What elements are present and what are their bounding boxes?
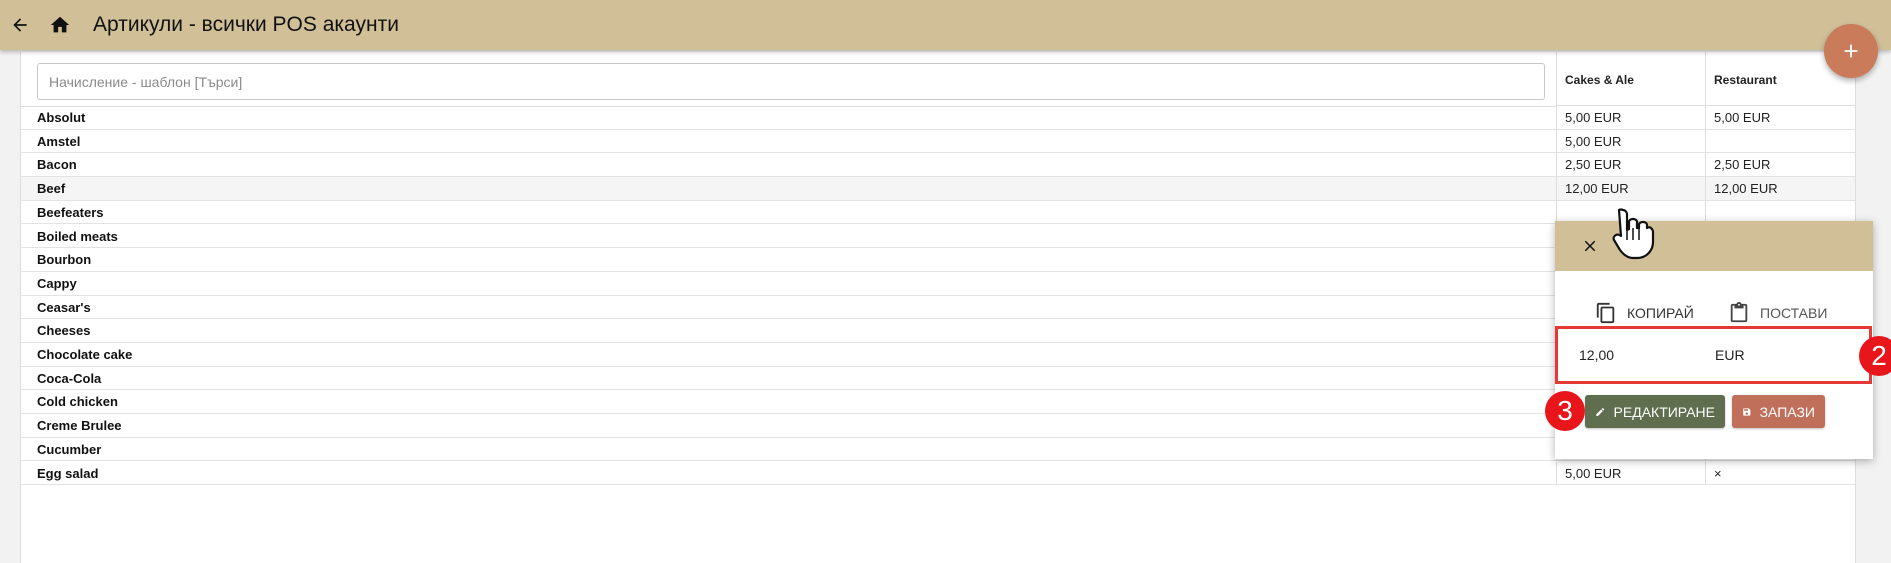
price-cell-cakes-ale[interactable]: 5,00 EUR <box>1556 106 1705 129</box>
article-name: Chocolate cake <box>37 347 133 362</box>
article-name: Beef <box>37 181 66 197</box>
article-name: Creme Brulee <box>37 418 122 434</box>
article-name: Egg salad <box>37 465 99 481</box>
article-name: Coca-Cola <box>37 370 102 386</box>
paste-button[interactable]: ПОСТАВИ <box>1728 299 1827 327</box>
price-cell-restaurant[interactable]: 2,50 EUR <box>1705 153 1855 177</box>
table-row[interactable]: Amstel 5,00 EUR <box>21 129 1855 154</box>
copy-icon <box>1596 302 1615 324</box>
edit-label: РЕДАКТИРАНЕ <box>1613 403 1715 420</box>
article-name: Absolut <box>37 110 86 125</box>
save-button[interactable]: ЗАПАЗИ <box>1732 395 1825 428</box>
article-name: Cold chicken <box>37 394 118 410</box>
article-name: Bacon <box>37 157 77 173</box>
step-marker-3: 3 <box>1545 391 1585 431</box>
table-row[interactable]: Beef 12,00 EUR 12,00 EUR <box>21 177 1855 201</box>
article-name: Bourbon <box>37 252 92 268</box>
price-currency: EUR <box>1715 347 1745 363</box>
hand-cursor-icon <box>1612 208 1655 260</box>
page-title: Артикули - всички POS акаунти <box>93 13 399 36</box>
price-cell-restaurant[interactable]: 5,00 EUR <box>1705 106 1855 129</box>
edit-button[interactable]: РЕДАКТИРАНЕ <box>1585 395 1725 428</box>
price-cell-cakes-ale[interactable]: 2,50 EUR <box>1556 153 1705 177</box>
table-row[interactable]: Absolut 5,00 EUR 5,00 EUR <box>21 106 1855 130</box>
home-icon <box>50 16 70 33</box>
price-cell-restaurant[interactable] <box>1705 129 1855 153</box>
clipboard-icon <box>1730 302 1748 323</box>
price-cell-cakes-ale[interactable]: 5,00 EUR <box>1556 461 1705 485</box>
popup-header <box>1555 221 1873 271</box>
price-value-field[interactable]: 12,00 EUR <box>1555 326 1872 384</box>
add-button[interactable] <box>1824 24 1878 78</box>
article-name: Boiled meats <box>37 228 118 244</box>
home-button[interactable] <box>46 11 74 39</box>
search-cell <box>21 52 1556 107</box>
floppy-disk-icon <box>1743 407 1751 416</box>
step-marker-2: 2 <box>1859 336 1891 376</box>
price-amount: 12,00 <box>1579 347 1615 363</box>
table-row[interactable]: Egg salad 5,00 EUR × <box>21 461 1855 486</box>
paste-label: ПОСТАВИ <box>1760 305 1828 321</box>
save-label: ЗАПАЗИ <box>1759 403 1815 420</box>
table-row[interactable]: Bacon 2,50 EUR 2,50 EUR <box>21 153 1855 178</box>
arrow-left-icon <box>13 18 27 32</box>
price-cell-cakes-ale[interactable]: 5,00 EUR <box>1556 129 1705 153</box>
plus-icon <box>1844 44 1858 58</box>
article-name: Amstel <box>37 133 81 149</box>
top-bar: Артикули - всички POS акаунти <box>0 0 1891 50</box>
search-input[interactable] <box>37 63 1545 100</box>
close-icon <box>1584 240 1596 252</box>
copy-label: КОПИРАЙ <box>1627 305 1694 321</box>
price-cell-restaurant[interactable]: × <box>1705 461 1855 485</box>
price-cell-cakes-ale[interactable]: 12,00 EUR <box>1556 177 1705 200</box>
pencil-icon <box>1596 407 1605 416</box>
copy-button[interactable]: КОПИРАЙ <box>1595 299 1694 327</box>
article-name: Cappy <box>37 275 77 291</box>
article-name: Ceasar's <box>37 299 91 315</box>
article-name: Beefeaters <box>37 204 104 220</box>
column-header-cakes-ale[interactable]: Cakes & Ale <box>1556 52 1705 106</box>
article-name: Cucumber <box>37 441 102 457</box>
back-button[interactable] <box>6 11 34 39</box>
close-button[interactable] <box>1579 235 1601 257</box>
price-cell-restaurant[interactable]: 12,00 EUR <box>1705 177 1855 200</box>
article-name: Cheeses <box>37 323 91 339</box>
